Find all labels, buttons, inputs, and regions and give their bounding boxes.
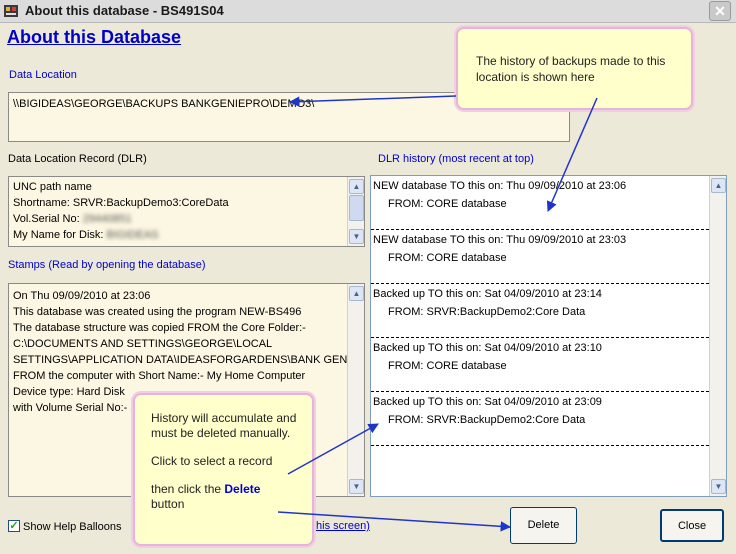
arrow-to-history (546, 97, 598, 212)
arrow-to-location (288, 95, 457, 107)
arrow-to-delete (277, 511, 512, 532)
arrow-to-record (287, 423, 379, 475)
pointer-arrows (277, 95, 598, 532)
